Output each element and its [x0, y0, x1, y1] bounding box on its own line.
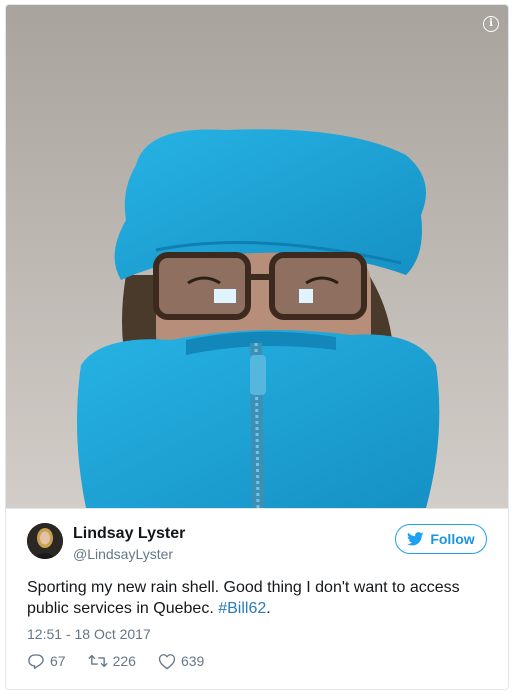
reply-button[interactable]: 67 — [27, 652, 66, 670]
follow-button[interactable]: Follow — [395, 524, 487, 554]
heart-icon — [158, 653, 176, 669]
retweet-button[interactable]: 226 — [88, 653, 136, 669]
selfie-image — [6, 5, 508, 508]
tweet-timestamp[interactable]: 12:51 - 18 Oct 2017 — [27, 626, 151, 642]
tweet-actions: 67 226 639 — [27, 650, 226, 672]
author-name[interactable]: Lindsay Lyster — [73, 525, 185, 543]
retweet-icon — [88, 654, 108, 668]
like-button[interactable]: 639 — [158, 653, 204, 670]
tweet-card: i Lindsay Lyster @LindsayLyster Follow S… — [5, 4, 509, 690]
like-count: 639 — [180, 653, 205, 669]
twitter-bird-icon — [407, 532, 424, 546]
tweet-text: Sporting my new rain shell. Good thing I… — [27, 577, 489, 619]
reply-icon — [28, 654, 44, 669]
retweet-count: 226 — [112, 653, 136, 669]
avatar[interactable] — [27, 523, 63, 559]
tweet-text-end: . — [266, 600, 271, 617]
author-handle[interactable]: @LindsayLyster — [73, 546, 173, 562]
photo-divider — [6, 508, 508, 509]
reply-count: 67 — [50, 653, 66, 669]
tweet-photo[interactable]: i — [6, 5, 508, 508]
follow-label: Follow — [430, 531, 475, 547]
hashtag-link[interactable]: #Bill62 — [218, 600, 266, 617]
info-icon[interactable]: i — [483, 16, 499, 32]
tweet-header: Lindsay Lyster @LindsayLyster Follow — [27, 521, 487, 565]
